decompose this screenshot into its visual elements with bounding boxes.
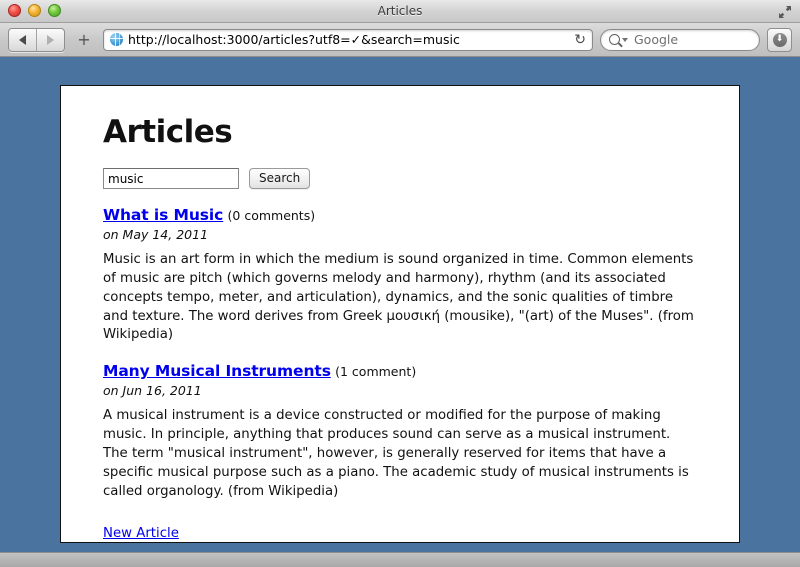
search-input[interactable] bbox=[103, 168, 239, 189]
article-body: A musical instrument is a device constru… bbox=[103, 408, 689, 499]
new-tab-button[interactable]: + bbox=[72, 29, 96, 51]
article-date: on Jun 16, 2011 bbox=[103, 383, 202, 399]
download-icon: ⬇ bbox=[772, 32, 787, 47]
page-content: Articles Search What is Music (0 comment… bbox=[61, 86, 739, 541]
forward-button[interactable] bbox=[36, 28, 64, 51]
downloads-button[interactable]: ⬇ bbox=[767, 27, 792, 52]
address-bar-text: http://localhost:3000/articles?utf8=✓&se… bbox=[128, 32, 460, 47]
article-comment-count: (1 comment) bbox=[335, 364, 417, 380]
article-title-link[interactable]: What is Music bbox=[103, 206, 223, 224]
fullscreen-icon[interactable] bbox=[778, 4, 792, 18]
page-viewport: Articles Search What is Music (0 comment… bbox=[0, 57, 800, 552]
title-bar: Articles bbox=[0, 0, 800, 23]
article-body: Music is an art form in which the medium… bbox=[103, 251, 694, 343]
chevron-down-icon[interactable] bbox=[622, 37, 628, 42]
browser-window: Articles + http://localhost:3000/article… bbox=[0, 0, 800, 567]
zoom-button[interactable] bbox=[48, 4, 61, 17]
article-search-form: Search bbox=[103, 168, 699, 189]
article-heading: What is Music (0 comments) bbox=[103, 205, 699, 226]
window-controls bbox=[8, 4, 61, 17]
page-title: Articles bbox=[103, 114, 233, 150]
article-date: on May 14, 2011 bbox=[103, 226, 209, 242]
article-heading: Many Musical Instruments (1 comment) bbox=[103, 361, 699, 382]
navigation-buttons bbox=[8, 27, 65, 52]
browser-toolbar: + http://localhost:3000/articles?utf8=✓&… bbox=[0, 23, 800, 57]
article-item: Many Musical Instruments (1 comment) on … bbox=[103, 361, 699, 501]
back-button[interactable] bbox=[9, 29, 36, 51]
search-icon bbox=[609, 34, 620, 45]
article-item: What is Music (0 comments) on May 14, 20… bbox=[103, 205, 699, 345]
reload-icon[interactable]: ↻ bbox=[570, 32, 586, 48]
close-button[interactable] bbox=[8, 4, 21, 17]
chevron-left-icon bbox=[19, 34, 26, 45]
search-button[interactable]: Search bbox=[249, 168, 311, 189]
minimize-button[interactable] bbox=[28, 4, 41, 17]
window-title: Articles bbox=[377, 4, 423, 18]
globe-icon bbox=[110, 33, 123, 46]
page-container: Articles Search What is Music (0 comment… bbox=[60, 85, 740, 543]
browser-search-field[interactable]: Google bbox=[600, 28, 760, 51]
chevron-right-icon bbox=[47, 34, 54, 45]
address-bar[interactable]: http://localhost:3000/articles?utf8=✓&se… bbox=[103, 28, 593, 51]
article-comment-count: (0 comments) bbox=[227, 208, 316, 223]
article-title-link[interactable]: Many Musical Instruments bbox=[103, 362, 331, 380]
browser-search-placeholder: Google bbox=[634, 32, 679, 47]
new-article-link[interactable]: New Article bbox=[103, 526, 179, 541]
